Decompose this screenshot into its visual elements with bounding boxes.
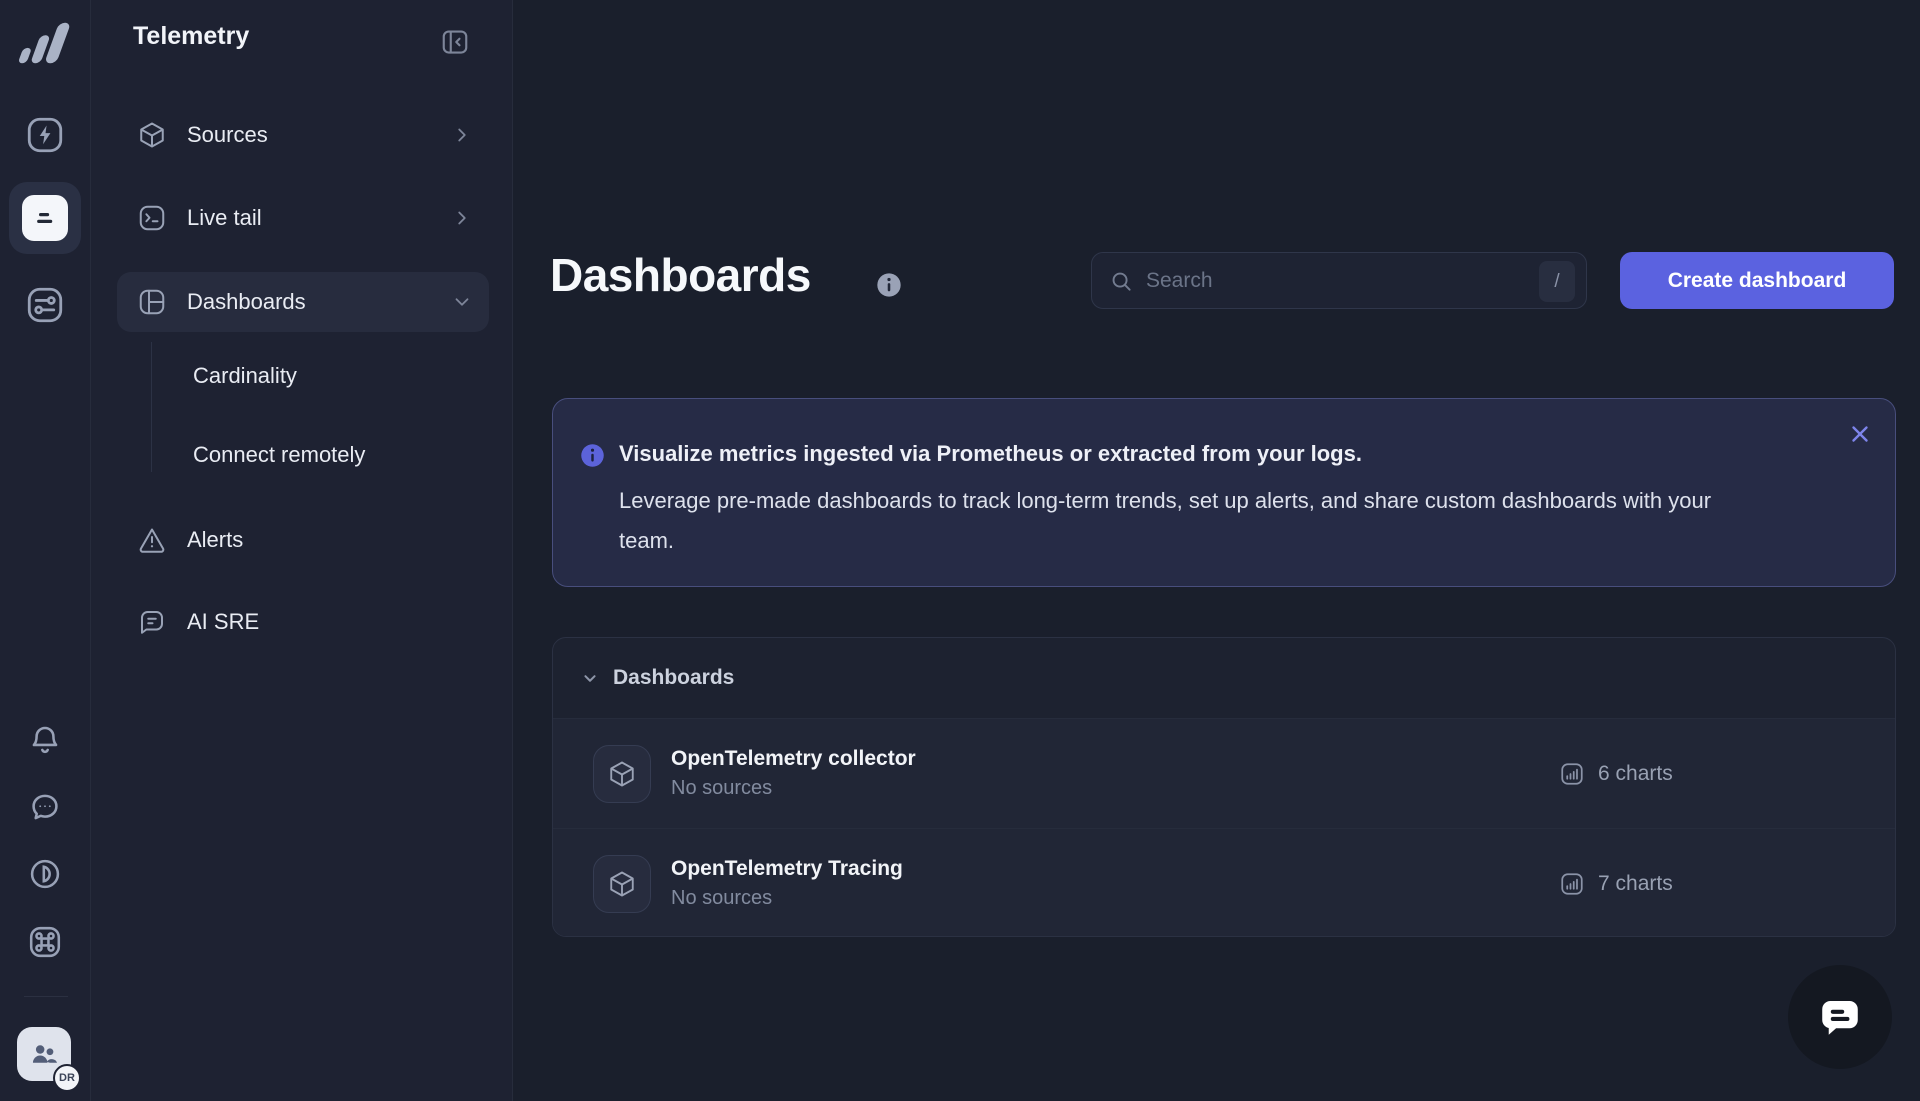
dashboards-section-header[interactable]: Dashboards: [553, 638, 1895, 718]
sidebar-item-label: Alerts: [187, 527, 243, 553]
dashboard-row-opentelemetry-tracing[interactable]: OpenTelemetry Tracing No sources 7 chart…: [553, 828, 1895, 937]
sidebar-item-live-tail[interactable]: Live tail: [117, 188, 489, 248]
sidebar-item-connect-remotely[interactable]: Connect remotely: [117, 425, 489, 485]
sliders-settings-icon[interactable]: [19, 279, 71, 331]
notifications-bell-icon[interactable]: [19, 714, 71, 766]
betterstack-logo-icon: [18, 20, 72, 66]
dashboard-tile: [593, 855, 651, 913]
chevron-right-icon: [451, 207, 473, 229]
search-input[interactable]: [1092, 253, 1586, 308]
search-shortcut-key: /: [1539, 261, 1575, 302]
bar-chart-icon: [1559, 761, 1585, 787]
dashboard-name: OpenTelemetry Tracing: [671, 857, 903, 881]
page-title: Dashboards: [550, 248, 811, 302]
uptime-lightning-icon[interactable]: [19, 109, 71, 161]
cube-icon: [607, 759, 637, 789]
banner-title: Visualize metrics ingested via Prometheu…: [619, 441, 1362, 467]
dashboard-name: OpenTelemetry collector: [671, 747, 916, 771]
users-icon: [27, 1037, 61, 1071]
dashboard-sources: No sources: [671, 887, 903, 910]
sidebar-item-sources[interactable]: Sources: [117, 105, 489, 165]
sidebar-item-label: Cardinality: [193, 363, 297, 389]
chart-count-label: 7 charts: [1598, 872, 1673, 896]
chart-count: 7 charts: [1559, 871, 1673, 897]
sidebar-item-cardinality[interactable]: Cardinality: [117, 346, 489, 406]
sidebar-item-label: Sources: [187, 122, 268, 148]
sidebar-title: Telemetry: [133, 22, 249, 51]
warning-triangle-icon: [137, 525, 167, 555]
search-box: /: [1091, 252, 1587, 309]
dashboard-tile: [593, 745, 651, 803]
bar-chart-icon: [1559, 871, 1585, 897]
sidebar-item-dashboards[interactable]: Dashboards: [117, 272, 489, 332]
dashboard-sources: No sources: [671, 777, 916, 800]
terminal-icon: [137, 203, 167, 233]
sidebar-item-label: Dashboards: [187, 289, 306, 315]
sidebar-item-label: AI SRE: [187, 609, 259, 635]
dashboard-row-opentelemetry-collector[interactable]: OpenTelemetry collector No sources 6 cha…: [553, 718, 1895, 828]
sidebar-item-label: Live tail: [187, 205, 262, 231]
banner-body: Leverage pre-made dashboards to track lo…: [619, 481, 1739, 561]
rail-divider: [24, 996, 68, 997]
collapse-sidebar-icon[interactable]: [437, 24, 473, 60]
create-dashboard-button[interactable]: Create dashboard: [1620, 252, 1894, 309]
cube-icon: [137, 120, 167, 150]
chart-count-label: 6 charts: [1598, 762, 1673, 786]
chat-bubble-filled-icon: [1814, 991, 1866, 1043]
app-window: DR Telemetry Sources: [0, 0, 1920, 1101]
chat-launcher-button[interactable]: [1788, 965, 1892, 1069]
sidebar-item-ai-sre[interactable]: AI SRE: [117, 592, 489, 652]
command-shortcuts-icon[interactable]: [19, 916, 71, 968]
theme-contrast-icon[interactable]: [19, 848, 71, 900]
feedback-chat-bubble-icon[interactable]: [19, 781, 71, 833]
info-icon: [579, 442, 606, 469]
logs-icon: [22, 195, 68, 241]
chevron-down-icon: [451, 291, 473, 313]
telemetry-section-selected[interactable]: [9, 182, 81, 254]
chevron-down-icon: [579, 667, 601, 689]
sidebar: Telemetry Sources: [91, 0, 513, 1101]
cube-icon: [607, 869, 637, 899]
info-banner: Visualize metrics ingested via Prometheu…: [552, 398, 1896, 587]
close-icon[interactable]: [1847, 421, 1873, 447]
user-initials-badge[interactable]: DR: [53, 1064, 81, 1092]
title-info-icon[interactable]: [875, 271, 903, 299]
main-content: Dashboards / Create dashboard Visualize …: [513, 0, 1920, 1101]
chart-count: 6 charts: [1559, 761, 1673, 787]
dashboards-list-card: Dashboards OpenTelemetry collector No so…: [552, 637, 1896, 937]
chevron-right-icon: [451, 124, 473, 146]
sidebar-item-label: Connect remotely: [193, 442, 365, 468]
message-square-icon: [137, 607, 167, 637]
icon-rail: DR: [0, 0, 91, 1101]
sidebar-item-alerts[interactable]: Alerts: [117, 510, 489, 570]
section-header-label: Dashboards: [613, 666, 734, 690]
dashboard-grid-icon: [137, 287, 167, 317]
